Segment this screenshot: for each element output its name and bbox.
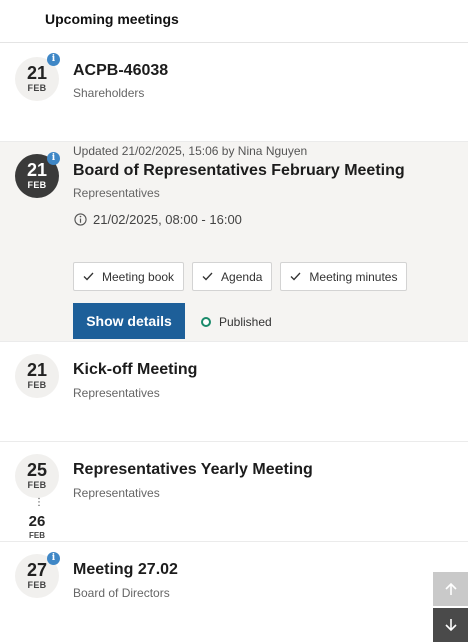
info-icon[interactable]: i — [47, 552, 60, 565]
page-header: Upcoming meetings — [0, 0, 468, 43]
date-badge: 25 FEB — [15, 454, 59, 498]
meeting-time: 21/02/2025, 08:00 - 16:00 — [74, 212, 242, 227]
end-date-day: 26 — [28, 513, 46, 530]
meeting-group: Shareholders — [73, 86, 145, 100]
date-day: 25 — [26, 460, 48, 480]
meeting-group: Representatives — [73, 186, 160, 200]
meeting-group: Representatives — [73, 486, 160, 500]
arrow-up-icon — [444, 582, 457, 595]
meeting-item[interactable]: 25 FEB ⋮ 26 FEB Representatives Yearly M… — [0, 442, 468, 542]
check-icon — [83, 272, 94, 281]
meeting-item[interactable]: 21 FEB Kick-off Meeting Representatives — [0, 342, 468, 442]
meeting-time-text: 21/02/2025, 08:00 - 16:00 — [93, 212, 242, 227]
meeting-title[interactable]: ACPB-46038 — [73, 62, 168, 80]
meeting-title[interactable]: Meeting 27.02 — [73, 561, 178, 579]
meeting-minutes-chip[interactable]: Meeting minutes — [280, 262, 408, 291]
document-label: Meeting minutes — [309, 269, 398, 284]
date-month: FEB — [27, 480, 47, 490]
meeting-item[interactable]: 27 FEB i Meeting 27.02 Board of Director… — [0, 542, 468, 642]
info-icon[interactable]: i — [47, 53, 60, 66]
meeting-group: Representatives — [73, 386, 160, 400]
scroll-down-button[interactable] — [433, 608, 468, 642]
meeting-title[interactable]: Kick-off Meeting — [73, 361, 197, 379]
scroll-up-button[interactable] — [433, 572, 468, 606]
meeting-book-chip[interactable]: Meeting book — [73, 262, 185, 291]
date-badge: 21 FEB — [15, 354, 59, 398]
meeting-title[interactable]: Representatives Yearly Meeting — [73, 461, 313, 479]
info-icon[interactable]: i — [47, 152, 60, 165]
check-icon — [290, 272, 301, 281]
agenda-chip[interactable]: Agenda — [192, 262, 273, 291]
meeting-title[interactable]: Board of Representatives February Meetin… — [73, 162, 405, 180]
arrow-down-icon — [444, 619, 457, 632]
status-badge: Published — [201, 315, 272, 329]
updated-info: Updated 21/02/2025, 15:06 by Nina Nguyen — [73, 144, 308, 158]
check-icon — [202, 272, 213, 281]
document-label: Agenda — [221, 269, 263, 284]
date-month: FEB — [27, 580, 47, 590]
meeting-item-selected[interactable]: Updated 21/02/2025, 15:06 by Nina Nguyen… — [0, 142, 468, 342]
date-month: FEB — [27, 83, 47, 93]
date-month: FEB — [27, 180, 47, 190]
document-label: Meeting book — [102, 269, 175, 284]
meeting-group: Board of Directors — [73, 586, 170, 600]
end-date-month: FEB — [29, 531, 45, 540]
clock-icon — [74, 213, 87, 226]
date-month: FEB — [27, 380, 47, 390]
show-details-button[interactable]: Show details — [73, 303, 185, 339]
status-label: Published — [219, 315, 272, 329]
date-day: 21 — [26, 63, 48, 83]
document-list: Meeting book Agenda Meeting minutes — [73, 262, 408, 291]
date-day: 21 — [26, 360, 48, 380]
date-range-separator: ⋮ — [34, 497, 44, 508]
meeting-item[interactable]: 21 FEB i ACPB-46038 Shareholders — [0, 43, 468, 142]
page-title: Upcoming meetings — [45, 11, 179, 27]
status-dot-icon — [201, 317, 211, 327]
